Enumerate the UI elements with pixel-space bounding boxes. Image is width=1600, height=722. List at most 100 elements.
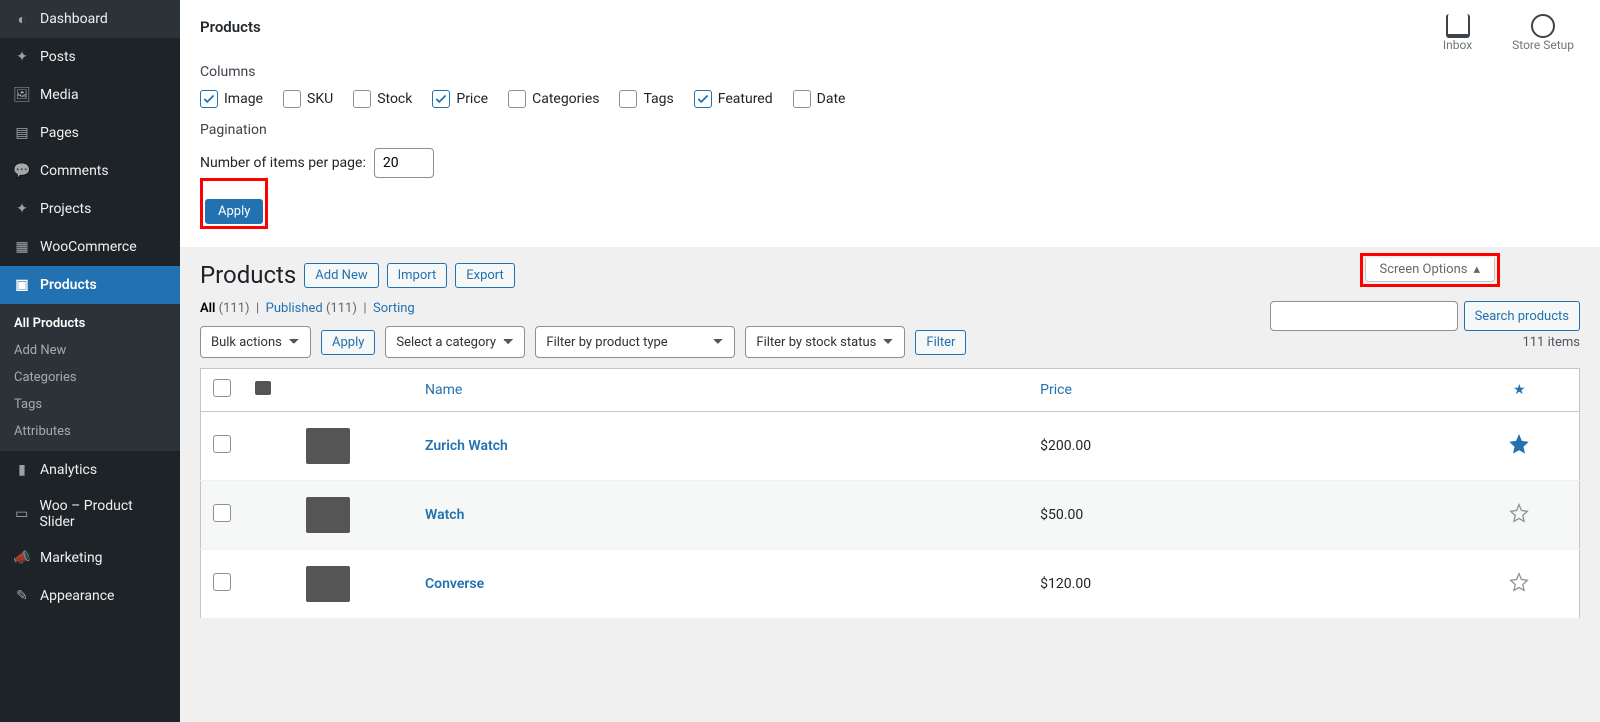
product-name-link[interactable]: Zurich Watch	[425, 438, 508, 454]
stock-status-filter[interactable]: Filter by stock status	[745, 326, 905, 358]
view-all[interactable]: All (111)	[200, 301, 250, 316]
featured-toggle[interactable]	[1509, 503, 1529, 523]
product-type-filter[interactable]: Filter by product type	[535, 326, 735, 358]
brush-icon: ✎	[12, 586, 32, 606]
main-content: Products Inbox Store Setup Columns Image…	[180, 0, 1600, 722]
admin-content: Screen Options ▴ Products Add New Import…	[180, 247, 1600, 722]
sidebar-item-media[interactable]: 🖼Media	[0, 76, 180, 114]
screen-options-apply-button[interactable]: Apply	[205, 199, 263, 224]
store-setup-button[interactable]: Store Setup	[1512, 14, 1574, 52]
screen-options-toggle[interactable]: Screen Options ▴	[1365, 258, 1496, 282]
row-checkbox[interactable]	[213, 504, 231, 522]
sidebar-item-pages[interactable]: ▤ Pages	[0, 114, 180, 152]
featured-toggle[interactable]	[1509, 434, 1529, 454]
featured-toggle[interactable]	[1509, 572, 1529, 592]
screen-options-toggle-highlight: Screen Options ▴	[1360, 253, 1501, 287]
apply-highlight: Apply	[200, 178, 268, 229]
sidebar-item-label: Appearance	[40, 588, 114, 604]
sidebar-item-label: Comments	[40, 163, 109, 179]
filter-button[interactable]: Filter	[915, 330, 966, 355]
caret-up-icon: ▴	[1473, 262, 1480, 277]
select-all-checkbox[interactable]	[213, 379, 231, 397]
chart-icon: ▮	[12, 460, 32, 480]
pagination-section-label: Pagination	[200, 122, 1580, 138]
admin-sidebar: ◐Dashboard✦Posts🖼Media▤Pages💬Comments✦Pr…	[0, 0, 180, 722]
columns-section-label: Columns	[200, 64, 1580, 80]
column-toggle-sku[interactable]: SKU	[283, 90, 333, 108]
sidebar-item-label: Dashboard	[40, 11, 108, 27]
setup-label: Store Setup	[1512, 38, 1574, 52]
view-published[interactable]: Published (111)	[266, 301, 357, 316]
column-toggle-image[interactable]: Image	[200, 90, 263, 108]
column-toggle-categories[interactable]: Categories	[508, 90, 599, 108]
column-header-featured[interactable]: ★	[1460, 369, 1580, 412]
inbox-label: Inbox	[1443, 38, 1472, 52]
product-price: $50.00	[1028, 481, 1459, 550]
sidebar-item-label: Projects	[40, 201, 91, 217]
page-icon: ▤	[12, 123, 32, 143]
table-row: Converse$120.00	[201, 550, 1580, 619]
search-button[interactable]: Search products	[1464, 301, 1580, 331]
add-new-button[interactable]: Add New	[304, 263, 378, 288]
column-toggle-price[interactable]: Price	[432, 90, 488, 108]
sidebar-item-label: WooCommerce	[40, 239, 137, 255]
sidebar-item-posts[interactable]: ✦Posts	[0, 38, 180, 76]
inbox-icon	[1446, 14, 1470, 38]
column-header-image[interactable]	[243, 369, 413, 412]
topbar-title: Products	[200, 14, 261, 36]
sidebar-item-appearance[interactable]: ✎ Appearance	[0, 577, 180, 615]
column-header-name[interactable]: Name	[413, 369, 1028, 412]
column-toggle-date[interactable]: Date	[793, 90, 846, 108]
column-toggle-tags[interactable]: Tags	[619, 90, 673, 108]
submenu-item-add-new[interactable]: Add New	[0, 337, 180, 364]
sidebar-item-products[interactable]: ▣ Products	[0, 266, 180, 304]
import-button[interactable]: Import	[387, 263, 448, 288]
product-thumbnail[interactable]	[306, 497, 350, 533]
sidebar-item-woo-product-slider[interactable]: ▭ Woo – Product Slider	[0, 489, 180, 539]
row-checkbox[interactable]	[213, 435, 231, 453]
comment-icon: 💬	[12, 161, 32, 181]
column-toggle-stock[interactable]: Stock	[353, 90, 412, 108]
sidebar-item-label: Woo – Product Slider	[39, 498, 168, 530]
search-input[interactable]	[1270, 301, 1458, 331]
column-toggle-label: Price	[456, 91, 488, 107]
sidebar-item-woocommerce[interactable]: ▦WooCommerce	[0, 228, 180, 266]
slider-icon: ▭	[12, 504, 31, 524]
image-icon	[255, 381, 271, 395]
sidebar-item-dashboard[interactable]: ◐Dashboard	[0, 0, 180, 38]
row-checkbox[interactable]	[213, 573, 231, 591]
per-page-input[interactable]	[374, 148, 434, 178]
column-toggle-label: Date	[817, 91, 846, 107]
pin-icon: ✦	[12, 47, 32, 67]
bulk-actions-select[interactable]: Bulk actions	[200, 326, 311, 358]
category-filter[interactable]: Select a category	[385, 326, 525, 358]
sidebar-item-comments[interactable]: 💬 Comments	[0, 152, 180, 190]
top-bar: Products Inbox Store Setup	[180, 0, 1600, 52]
media-icon: 🖼	[12, 85, 32, 105]
submenu-item-tags[interactable]: Tags	[0, 391, 180, 418]
column-toggle-featured[interactable]: Featured	[694, 90, 773, 108]
submenu-item-categories[interactable]: Categories	[0, 364, 180, 391]
column-header-price[interactable]: Price	[1028, 369, 1459, 412]
product-name-link[interactable]: Converse	[425, 576, 484, 592]
star-icon: ★	[1513, 382, 1526, 398]
setup-progress-icon	[1531, 14, 1555, 38]
inbox-button[interactable]: Inbox	[1443, 14, 1472, 52]
column-toggle-label: Featured	[718, 91, 773, 107]
sidebar-item-label: Pages	[40, 125, 79, 141]
submenu-item-attributes[interactable]: Attributes	[0, 418, 180, 445]
submenu-item-all-products[interactable]: All Products	[0, 310, 180, 337]
archive-icon: ▣	[12, 275, 32, 295]
product-thumbnail[interactable]	[306, 428, 350, 464]
sidebar-item-label: Products	[40, 277, 97, 293]
sidebar-item-analytics[interactable]: ▮Analytics	[0, 451, 180, 489]
sidebar-item-marketing[interactable]: 📣Marketing	[0, 539, 180, 577]
product-thumbnail[interactable]	[306, 566, 350, 602]
product-name-link[interactable]: Watch	[425, 507, 464, 523]
product-price: $200.00	[1028, 412, 1459, 481]
bulk-apply-button[interactable]: Apply	[321, 330, 375, 355]
sidebar-item-projects[interactable]: ✦Projects	[0, 190, 180, 228]
column-toggle-label: Tags	[643, 91, 673, 107]
view-sorting[interactable]: Sorting	[373, 301, 415, 316]
export-button[interactable]: Export	[455, 263, 515, 288]
